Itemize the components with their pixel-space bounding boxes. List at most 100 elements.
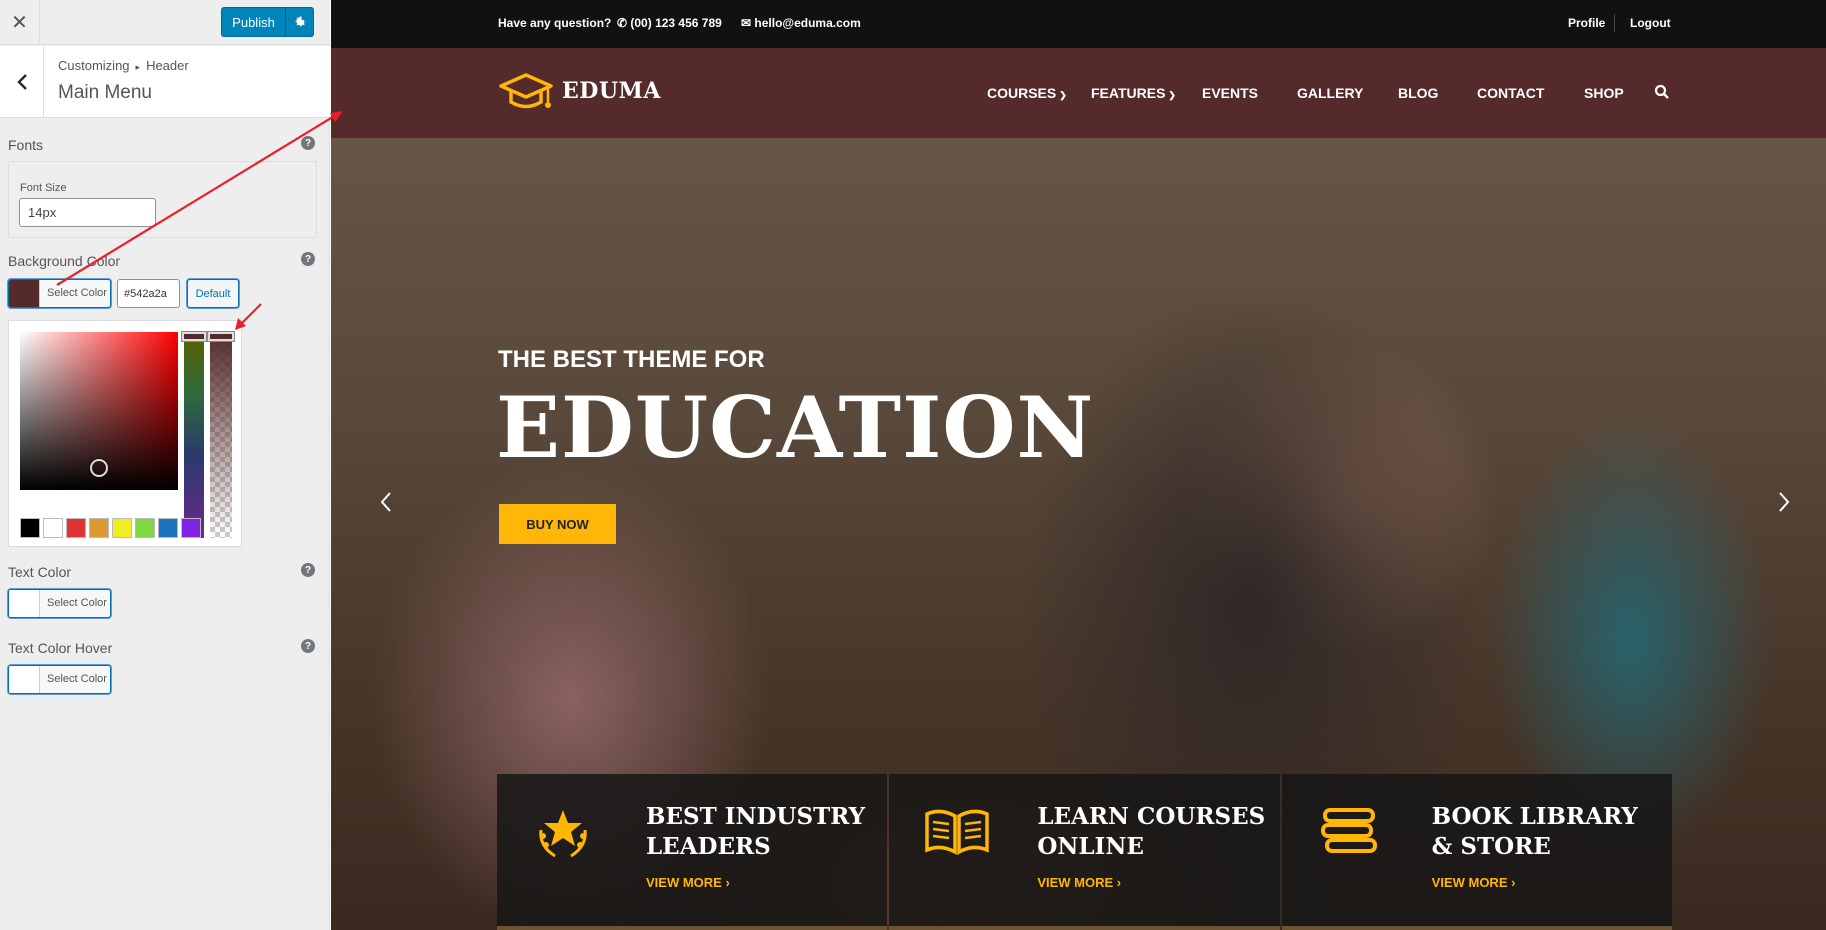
view-more-link[interactable]: VIEW MORE › xyxy=(1432,875,1516,890)
feature-title-line1: LEARN COURSES xyxy=(1037,803,1266,830)
feature-title-line2: LEADERS xyxy=(646,833,771,860)
slider-prev-arrow-icon[interactable] xyxy=(379,490,393,514)
nav-item-gallery[interactable]: GALLERY xyxy=(1297,85,1363,101)
select-color-label: Select Color xyxy=(47,673,107,685)
customizer-sidebar: ✕ Publish Customizing ▸ Header Main Menu F… xyxy=(0,0,330,930)
breadcrumb: Customizing ▸ Header xyxy=(58,58,189,73)
hue-slider-handle[interactable] xyxy=(182,332,206,341)
open-book-icon xyxy=(925,809,990,856)
buy-now-button[interactable]: BUY NOW xyxy=(499,504,616,544)
nav-label: FEATURES xyxy=(1091,85,1166,101)
fonts-control: Font Size xyxy=(8,161,317,238)
hero-subtitle: THE BEST THEME FOR xyxy=(498,346,765,373)
profile-link[interactable]: Profile xyxy=(1568,16,1605,30)
fonts-help-icon[interactable]: ? xyxy=(301,136,315,150)
nav-item-shop[interactable]: SHOP xyxy=(1584,85,1624,101)
palette-swatch-black[interactable] xyxy=(20,518,40,538)
chevron-down-icon: ❯ xyxy=(1168,90,1176,100)
background-color-hex-input[interactable] xyxy=(117,279,180,308)
award-star-icon xyxy=(539,810,587,858)
publish-button[interactable]: Publish xyxy=(221,7,286,37)
text-color-title: Text Color xyxy=(8,564,72,580)
search-icon[interactable] xyxy=(1654,84,1670,100)
books-stack-icon xyxy=(1320,808,1377,853)
text-color-swatch xyxy=(9,590,40,617)
palette-swatch-white[interactable] xyxy=(43,518,63,538)
text-color-hover-select-button[interactable]: Select Color xyxy=(8,665,111,694)
feature-box-industry-leaders[interactable]: BEST INDUSTRY LEADERS VIEW MORE › xyxy=(497,774,888,930)
feature-title: LEARN COURSES ONLINE xyxy=(1037,802,1265,862)
saturation-handle[interactable] xyxy=(90,459,108,477)
feature-box-book-library[interactable]: BOOK LIBRARY & STORE VIEW MORE › xyxy=(1281,774,1672,930)
site-preview: Have any question? ✆ (00) 123 456 789 ✉ … xyxy=(331,0,1826,930)
email-link[interactable]: ✉ hello@eduma.com xyxy=(741,16,861,30)
view-more-link[interactable]: VIEW MORE › xyxy=(646,875,730,890)
chevron-right-icon: › xyxy=(725,875,730,890)
color-picker xyxy=(8,320,242,547)
breadcrumb-parent: Header xyxy=(146,58,189,73)
nav-item-courses[interactable]: COURSES ❯ xyxy=(987,85,1067,101)
envelope-icon: ✉ xyxy=(741,16,755,30)
view-more-link[interactable]: VIEW MORE › xyxy=(1037,875,1121,890)
close-button[interactable]: ✕ xyxy=(0,0,40,45)
section-header: Customizing ▸ Header Main Menu xyxy=(0,46,330,118)
palette-swatch-red[interactable] xyxy=(66,518,86,538)
font-size-input[interactable] xyxy=(19,198,156,227)
hero-slider: THE BEST THEME FOR EDUCATION BUY NOW BES… xyxy=(331,138,1826,930)
nav-item-features[interactable]: FEATURES ❯ xyxy=(1091,85,1176,101)
phone-link[interactable]: ✆ (00) 123 456 789 xyxy=(617,16,722,30)
graduation-cap-icon[interactable] xyxy=(498,72,554,114)
nav-label: COURSES xyxy=(987,85,1057,101)
chevron-down-icon: ❯ xyxy=(1059,90,1067,100)
topbar-divider xyxy=(1614,14,1615,32)
saturation-area[interactable] xyxy=(20,332,178,490)
phone-text: (00) 123 456 789 xyxy=(630,16,722,30)
palette-swatch-yellow[interactable] xyxy=(112,518,132,538)
chevron-right-icon: › xyxy=(1511,875,1516,890)
gear-icon xyxy=(295,16,305,27)
feature-title-line2: & STORE xyxy=(1431,833,1551,860)
features-bar: BEST INDUSTRY LEADERS VIEW MORE › LEARN C… xyxy=(497,774,1672,930)
alpha-slider[interactable] xyxy=(210,332,232,538)
nav-item-blog[interactable]: BLOG xyxy=(1398,85,1438,101)
nav-item-events[interactable]: EVENTS xyxy=(1202,85,1258,101)
chevron-left-icon xyxy=(16,74,27,90)
background-color-help-icon[interactable]: ? xyxy=(301,252,315,266)
close-icon: ✕ xyxy=(11,12,28,34)
feature-box-learn-courses[interactable]: LEARN COURSES ONLINE VIEW MORE › xyxy=(889,774,1280,930)
palette-swatch-orange[interactable] xyxy=(89,518,109,538)
email-text: hello@eduma.com xyxy=(754,16,861,30)
select-color-label: Select Color xyxy=(47,287,107,299)
palette-swatch-blue[interactable] xyxy=(158,518,178,538)
background-color-default-button[interactable]: Default xyxy=(187,279,239,308)
breadcrumb-root: Customizing xyxy=(58,58,130,73)
text-color-hover-swatch xyxy=(9,666,40,693)
text-color-hover-help-icon[interactable]: ? xyxy=(301,639,315,653)
text-color-help-icon[interactable]: ? xyxy=(301,563,315,577)
phone-icon: ✆ xyxy=(617,16,631,30)
palette-swatch-purple[interactable] xyxy=(181,518,201,538)
nav-item-contact[interactable]: CONTACT xyxy=(1477,85,1544,101)
view-more-label: VIEW MORE xyxy=(1431,875,1508,890)
feature-title-line1: BEST INDUSTRY xyxy=(646,803,866,830)
feature-title-line1: BOOK LIBRARY xyxy=(1431,803,1638,830)
hue-slider[interactable] xyxy=(184,332,204,538)
top-bar: Have any question? ✆ (00) 123 456 789 ✉ … xyxy=(331,0,1826,48)
palette-swatch-green[interactable] xyxy=(135,518,155,538)
breadcrumb-separator: ▸ xyxy=(135,62,141,72)
text-color-select-button[interactable]: Select Color xyxy=(8,589,111,618)
background-color-title: Background Color xyxy=(8,253,121,269)
site-logo-text[interactable]: EDUMA xyxy=(562,78,661,104)
background-color-select-button[interactable]: Select Color xyxy=(8,279,111,308)
alpha-slider-handle[interactable] xyxy=(208,332,234,341)
font-size-label: Font Size xyxy=(20,182,67,194)
customizer-top-bar: ✕ Publish xyxy=(0,0,330,45)
feature-title: BEST INDUSTRY LEADERS xyxy=(646,802,865,862)
section-title: Main Menu xyxy=(58,82,152,103)
view-more-label: VIEW MORE xyxy=(1037,875,1114,890)
logout-link[interactable]: Logout xyxy=(1630,16,1671,30)
publish-settings-button[interactable] xyxy=(285,7,314,37)
slider-next-arrow-icon[interactable] xyxy=(1777,490,1791,514)
back-button[interactable] xyxy=(0,46,44,118)
view-more-label: VIEW MORE xyxy=(646,875,722,890)
